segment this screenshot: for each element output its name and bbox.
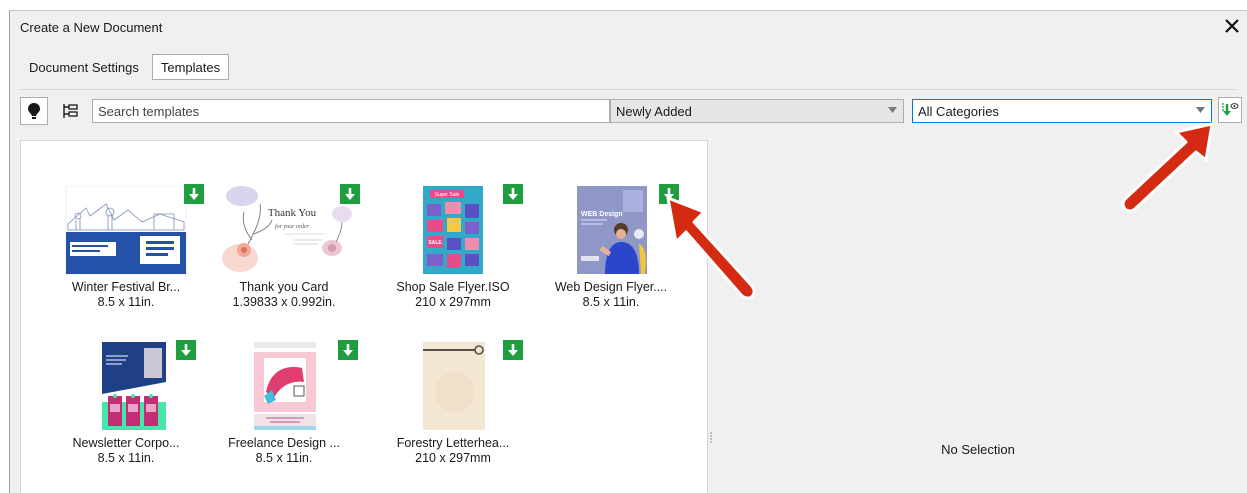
sort-select-value: Newly Added — [616, 103, 692, 119]
tree-view-button[interactable] — [56, 97, 84, 125]
chevron-down-icon — [888, 107, 897, 113]
template-thumbnail: Super Sale SALE — [423, 186, 483, 274]
download-button[interactable] — [184, 184, 204, 204]
thumb-sale: SALE — [428, 240, 442, 246]
template-name: Web Design Flyer.... — [554, 280, 668, 294]
tab-document-settings[interactable]: Document Settings — [20, 54, 148, 80]
download-icon — [343, 344, 353, 356]
template-thumbnail — [252, 342, 318, 430]
template-detail-panel: No Selection — [718, 140, 1238, 493]
template-name: Thank you Card — [239, 280, 329, 294]
download-button[interactable] — [503, 340, 523, 360]
template-name: Winter Festival Br... — [71, 280, 181, 294]
sort-select[interactable]: Newly Added — [610, 99, 904, 123]
close-icon — [1225, 19, 1239, 33]
search-input[interactable] — [92, 99, 610, 123]
download-view-button[interactable] — [1218, 97, 1242, 123]
thumb-for-order: for your order — [275, 223, 310, 230]
template-size: 8.5 x 11in. — [582, 295, 640, 309]
close-button[interactable] — [1221, 15, 1243, 37]
templates-toolbar: Newly Added All Categories — [20, 97, 1242, 127]
template-thumbnail: Thank You for your order — [222, 186, 352, 274]
download-icon — [664, 188, 674, 200]
dialog-title: Create a New Document — [20, 20, 163, 35]
download-icon — [508, 344, 518, 356]
template-name: Forestry Letterhea... — [396, 436, 510, 450]
template-thumbnail — [102, 342, 166, 430]
create-document-dialog: Create a New Document Document Settings … — [9, 10, 1247, 493]
download-button[interactable] — [176, 340, 196, 360]
template-size: 8.5 x 11in. — [97, 295, 155, 309]
tab-templates[interactable]: Templates — [151, 54, 230, 80]
template-name: Shop Sale Flyer.ISO — [396, 280, 510, 294]
thumb-web-design: WEB Design — [581, 211, 623, 218]
download-icon — [345, 188, 355, 200]
panel-splitter[interactable] — [708, 431, 714, 445]
download-button[interactable] — [340, 184, 360, 204]
template-size: 210 x 297mm — [415, 295, 491, 309]
thumb-super-sale: Super Sale — [435, 192, 460, 198]
template-size: 8.5 x 11in. — [255, 451, 313, 465]
category-select-value: All Categories — [918, 103, 999, 119]
template-thumbnail — [423, 342, 485, 430]
title-bar: Create a New Document — [10, 11, 1247, 41]
download-icon — [508, 188, 518, 200]
download-button[interactable] — [503, 184, 523, 204]
download-button[interactable] — [338, 340, 358, 360]
download-icon — [189, 188, 199, 200]
template-size: 8.5 x 11in. — [97, 451, 155, 465]
splitter-grip-icon — [710, 432, 712, 443]
download-icon — [181, 344, 191, 356]
lightbulb-icon — [28, 103, 40, 119]
chevron-down-icon — [1196, 107, 1205, 113]
lightbulb-button[interactable] — [20, 97, 48, 125]
tab-bar: Document Settings Templates — [20, 54, 230, 80]
templates-grid: Winter Festival Br... 8.5 x 11in. Thank … — [20, 140, 708, 493]
template-name: Newsletter Corpo... — [72, 436, 180, 450]
template-name: Freelance Design ... — [228, 436, 340, 450]
thumb-thank-you: Thank You — [268, 207, 317, 219]
download-view-icon — [1222, 103, 1239, 116]
divider — [20, 89, 1236, 90]
template-size: 1.39833 x 0.992in. — [232, 295, 336, 309]
no-selection-label: No Selection — [941, 442, 1015, 457]
category-select[interactable]: All Categories — [912, 99, 1212, 123]
template-thumbnail — [65, 186, 187, 275]
template-size: 210 x 297mm — [415, 451, 491, 465]
download-button[interactable] — [659, 184, 679, 204]
tree-view-icon — [63, 104, 78, 118]
